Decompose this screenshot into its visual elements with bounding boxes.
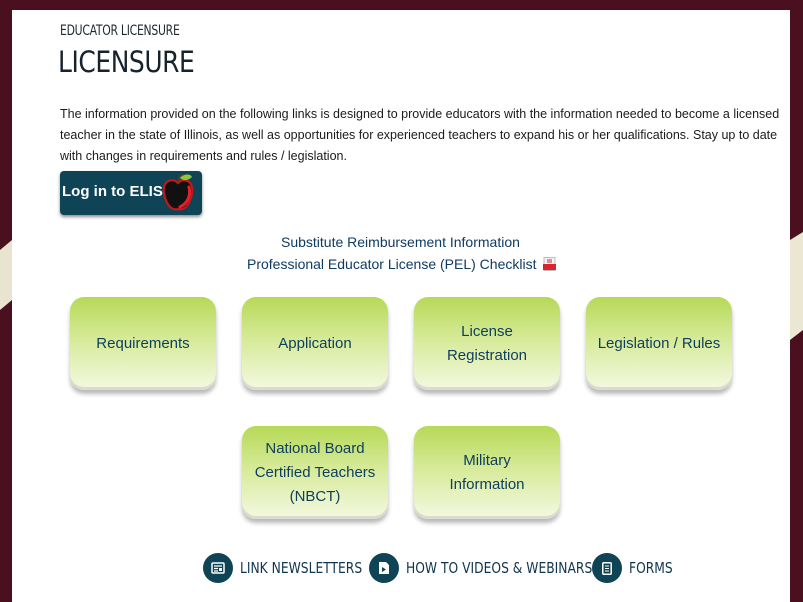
substitute-reimbursement-link[interactable]: Substitute Reimbursement Information <box>281 234 520 250</box>
forms-label: FORMS <box>629 559 673 577</box>
tile-label-line: Certified Teachers <box>254 463 376 481</box>
apple-icon <box>162 173 194 211</box>
tile-application-label: Application <box>278 334 352 352</box>
tile-license-registration[interactable]: License Registration <box>414 297 560 390</box>
login-elis-button[interactable]: Log in to ELIS <box>60 171 202 215</box>
video-icon <box>369 553 399 583</box>
link-newsletters[interactable]: LINK NEWSLETTERS <box>203 553 389 583</box>
pdf-icon <box>543 257 557 271</box>
tile-label-line: Information <box>449 475 525 493</box>
tile-military-label: Military Information <box>449 449 524 497</box>
tile-label-line: Military <box>463 451 511 469</box>
tile-requirements[interactable]: Requirements <box>70 297 216 390</box>
tile-label-line: (NBCT) <box>289 487 341 505</box>
tile-label-line: License <box>461 322 513 340</box>
tile-requirements-label: Requirements <box>96 334 190 352</box>
main-content-panel: EDUCATOR LICENSURE LICENSURE The informa… <box>12 10 790 602</box>
tile-license-registration-label: License Registration <box>447 320 527 368</box>
page-title: LICENSURE <box>58 45 195 79</box>
tile-legislation-label: Legislation / Rules <box>597 334 721 352</box>
tile-military-information[interactable]: Military Information <box>414 426 560 519</box>
tile-legislation-rules[interactable]: Legislation / Rules <box>586 297 732 390</box>
tile-nbct[interactable]: National Board Certified Teachers (NBCT) <box>242 426 388 519</box>
pel-checklist-link[interactable]: Professional Educator License (PEL) Chec… <box>247 256 557 272</box>
tile-label-line: National Board <box>265 439 365 457</box>
login-elis-label: Log in to ELIS <box>62 183 163 200</box>
tile-nbct-label: National Board Certified Teachers (NBCT) <box>255 437 376 509</box>
link-forms[interactable]: FORMS <box>592 553 682 583</box>
document-icon <box>592 553 622 583</box>
pel-checklist-label: Professional Educator License (PEL) Chec… <box>247 256 537 272</box>
section-eyebrow: EDUCATOR LICENSURE <box>60 23 180 39</box>
newsletter-icon <box>203 553 233 583</box>
tile-application[interactable]: Application <box>242 297 388 390</box>
newsletters-label: LINK NEWSLETTERS <box>240 559 363 577</box>
tile-label-line: Registration <box>446 346 528 364</box>
intro-paragraph: The information provided on the followin… <box>60 107 780 163</box>
videos-label: HOW TO VIDEOS & WEBINARS <box>406 559 593 577</box>
